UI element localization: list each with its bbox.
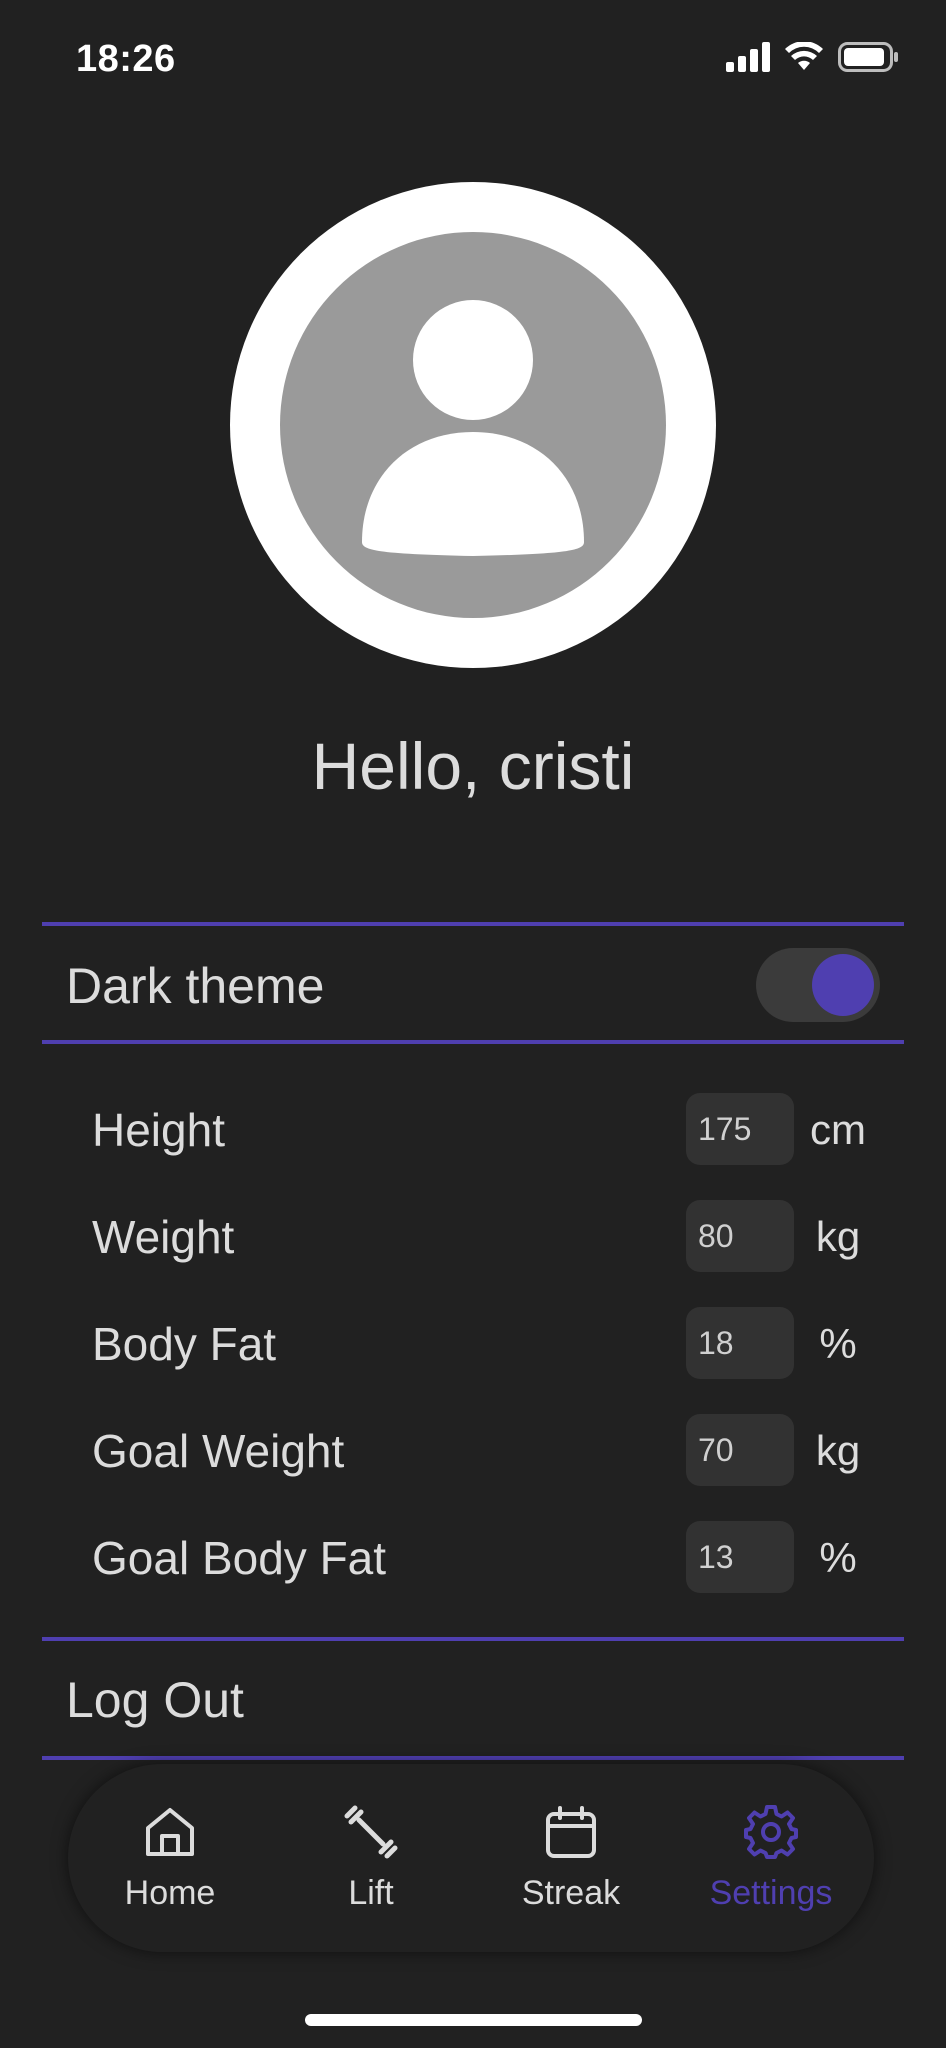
wifi-icon	[785, 42, 823, 70]
divider	[42, 1756, 904, 1760]
bottom-nav: Home Lift Streak Settings	[68, 1764, 874, 1952]
user-icon	[362, 300, 584, 556]
calendar-icon	[546, 1806, 596, 1858]
nav-label-settings: Settings	[709, 1874, 833, 1912]
divider	[42, 1637, 904, 1641]
weight-label: Weight	[92, 1211, 235, 1263]
nav-label-home: Home	[124, 1874, 216, 1912]
gear-icon	[744, 1805, 798, 1859]
avatar[interactable]	[230, 182, 716, 668]
signal-icon	[726, 42, 770, 72]
avatar-image	[280, 232, 666, 618]
body-fat-unit: %	[819, 1320, 857, 1367]
nav-item-lift[interactable]: Lift	[271, 1764, 471, 1952]
status-time: 18:26	[76, 38, 176, 80]
dark-theme-label: Dark theme	[66, 958, 325, 1014]
height-label: Height	[92, 1104, 225, 1156]
goal-body-fat-input[interactable]	[686, 1521, 794, 1593]
goal-weight-label: Goal Weight	[92, 1425, 345, 1477]
toggle-knob	[812, 954, 874, 1016]
goal-body-fat-unit: %	[819, 1534, 857, 1581]
logout-button[interactable]: Log Out	[66, 1671, 244, 1729]
dumbbell-icon	[344, 1805, 398, 1859]
body-fat-label: Body Fat	[92, 1318, 277, 1370]
weight-unit: kg	[815, 1213, 861, 1260]
status-icons	[726, 42, 900, 72]
divider	[42, 922, 904, 926]
dark-theme-toggle[interactable]	[756, 948, 880, 1022]
body-fat-input[interactable]	[686, 1307, 794, 1379]
nav-item-settings[interactable]: Settings	[671, 1764, 871, 1952]
height-input[interactable]	[686, 1093, 794, 1165]
nav-item-streak[interactable]: Streak	[471, 1764, 671, 1952]
weight-input[interactable]	[686, 1200, 794, 1272]
nav-item-home[interactable]: Home	[70, 1764, 270, 1952]
goal-weight-input[interactable]	[686, 1414, 794, 1486]
greeting-text: Hello, cristi	[311, 729, 635, 803]
home-indicator	[305, 2014, 642, 2026]
height-unit: cm	[810, 1106, 866, 1153]
nav-label-streak: Streak	[521, 1874, 621, 1912]
home-icon	[146, 1808, 194, 1856]
divider	[42, 1040, 904, 1044]
nav-label-lift: Lift	[348, 1874, 394, 1912]
goal-weight-unit: kg	[815, 1427, 861, 1474]
goal-body-fat-label: Goal Body Fat	[92, 1532, 387, 1584]
battery-icon	[838, 42, 898, 72]
settings-screen: 18:26 Hello, cristi Dark theme Height 17…	[0, 0, 946, 2048]
